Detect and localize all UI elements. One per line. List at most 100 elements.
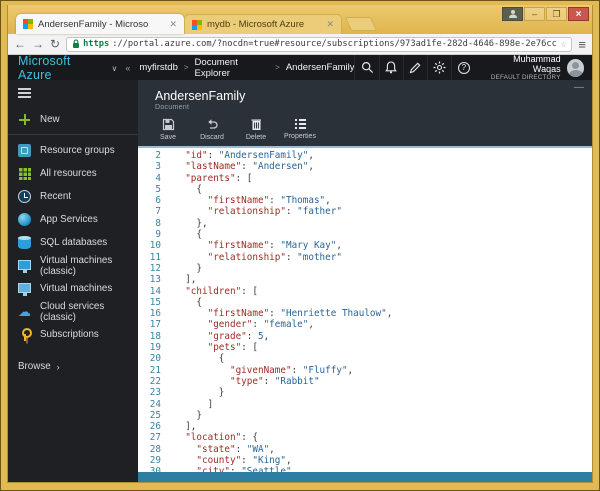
microsoft-favicon-icon [23, 19, 33, 29]
sidebar-item-subscriptions[interactable]: Subscriptions [8, 323, 138, 346]
url-text: ://portal.azure.com/?nocdn=true#resource… [112, 39, 557, 49]
browser-menu-icon[interactable]: ≡ [578, 37, 586, 52]
virtual-machines-icon [18, 283, 31, 293]
sidebar-item-app-services[interactable]: App Services [8, 208, 138, 231]
breadcrumb-andersenfamily[interactable]: AndersenFamily [286, 62, 355, 73]
avatar[interactable] [567, 59, 584, 77]
code-line: 21 "givenName": "Fluffy", [138, 365, 592, 376]
tab-close-icon[interactable]: ✕ [326, 19, 334, 30]
breadcrumb-myfirstdb[interactable]: myfirstdb [139, 62, 178, 73]
new-tab-button[interactable] [345, 17, 378, 31]
chevron-right-icon: › [57, 362, 60, 372]
back-icon[interactable]: ← [14, 38, 26, 50]
code-line: 8 }, [138, 218, 592, 229]
code-line: 7 "relationship": "father" [138, 206, 592, 217]
line-number: 23 [138, 387, 174, 398]
forward-icon[interactable]: → [32, 38, 44, 50]
page-title: AndersenFamily [155, 89, 592, 103]
breadcrumb-collapse-icon[interactable]: « [125, 63, 130, 73]
sidebar-item-virtual-machines-classic[interactable]: Virtual machines (classic) [8, 254, 138, 277]
tab-andersenfamily[interactable]: AndersenFamily - Microso ✕ [16, 14, 184, 34]
tab-close-icon[interactable]: ✕ [169, 19, 177, 30]
url-protocol: https [83, 39, 109, 49]
notifications-bell-icon[interactable] [379, 55, 403, 80]
line-number: 20 [138, 353, 174, 364]
code-line: 6 "firstName": "Thomas", [138, 195, 592, 206]
help-icon[interactable]: ? [451, 55, 475, 80]
search-icon[interactable] [354, 55, 378, 80]
sidebar-item-resource-groups[interactable]: Resource groups [8, 139, 138, 162]
code-line: 5 { [138, 184, 592, 195]
line-number: 10 [138, 240, 174, 251]
chevron-down-icon[interactable]: ∨ [111, 64, 117, 73]
recent-icon [18, 190, 31, 203]
line-number: 8 [138, 218, 174, 229]
app-services-icon [18, 213, 31, 226]
sidebar-item-browse[interactable]: Browse › [8, 356, 138, 377]
discard-button[interactable]: Discard [192, 118, 232, 141]
feedback-pencil-icon[interactable] [403, 55, 427, 80]
close-button[interactable]: × [568, 7, 589, 21]
tab-mydb[interactable]: mydb - Microsoft Azure ✕ [184, 14, 342, 34]
sidebar-item-recent[interactable]: Recent [8, 185, 138, 208]
minimize-button[interactable]: – [524, 7, 545, 21]
code-line: 26 ], [138, 421, 592, 432]
browser-toolbar: ← → ↻ https://portal.azure.com/?nocdn=tr… [8, 34, 592, 55]
code-line: 24 ] [138, 399, 592, 410]
code-line: 27 "location": { [138, 432, 592, 443]
azure-logo[interactable]: Microsoft Azure [18, 54, 104, 82]
line-number: 3 [138, 161, 174, 172]
line-number: 6 [138, 195, 174, 206]
tab-title: AndersenFamily - Microso [38, 19, 164, 30]
code-line: 19 "pets": [ [138, 342, 592, 353]
bookmark-star-icon[interactable]: ☆ [560, 39, 566, 50]
sidebar-item-label: SQL databases [40, 237, 107, 248]
window-controls: – ❐ × [502, 7, 589, 21]
json-editor[interactable]: 2 "id": "AndersenFamily",3 "lastName": "… [138, 146, 592, 472]
breadcrumb-separator: > [184, 63, 189, 72]
maximize-button[interactable]: ❐ [546, 7, 567, 21]
breadcrumb-separator: > [275, 63, 280, 72]
sidebar-item-sql-databases[interactable]: SQL databases [8, 231, 138, 254]
line-number: 19 [138, 342, 174, 353]
browse-label: Browse [18, 361, 51, 372]
sidebar-item-label: Subscriptions [40, 329, 99, 340]
sidebar-divider [8, 134, 138, 135]
sidebar-item-cloud-services-classic[interactable]: ☁ Cloud services (classic) [8, 300, 138, 323]
code-line: 11 "relationship": "mother" [138, 252, 592, 263]
code-line: 28 "state": "WA", [138, 444, 592, 455]
properties-button[interactable]: Properties [280, 118, 320, 141]
all-resources-icon [18, 167, 31, 180]
code-line: 16 "firstName": "Henriette Thaulow", [138, 308, 592, 319]
hamburger-menu-icon[interactable] [18, 88, 31, 100]
account-menu[interactable]: Muhammad Waqas DEFAULT DIRECTORY [486, 54, 561, 82]
code-line: 13 ], [138, 274, 592, 285]
sidebar-item-all-resources[interactable]: All resources [8, 162, 138, 185]
sidebar-item-virtual-machines[interactable]: Virtual machines [8, 277, 138, 300]
settings-gear-icon[interactable] [427, 55, 451, 80]
code-line: 14 "children": [ [138, 286, 592, 297]
line-number: 17 [138, 319, 174, 330]
breadcrumb-document-explorer[interactable]: Document Explorer [195, 57, 270, 79]
blade-minimize-icon[interactable]: — [574, 82, 584, 93]
blade-bottom-accent [138, 472, 592, 482]
profile-icon[interactable] [502, 7, 523, 21]
azure-header: Microsoft Azure ∨ « myfirstdb > Document… [8, 55, 592, 80]
cloud-services-icon: ☁ [18, 305, 31, 318]
line-number: 28 [138, 444, 174, 455]
address-bar[interactable]: https://portal.azure.com/?nocdn=true#res… [66, 37, 572, 52]
line-number: 24 [138, 399, 174, 410]
refresh-icon[interactable]: ↻ [50, 38, 60, 50]
line-number: 7 [138, 206, 174, 217]
delete-button[interactable]: Delete [236, 118, 276, 141]
line-number: 18 [138, 331, 174, 342]
sidebar-item-new[interactable]: New [8, 108, 138, 131]
code-line: 3 "lastName": "Andersen", [138, 161, 592, 172]
sidebar-item-label: Virtual machines (classic) [40, 255, 128, 277]
code-line: 23 } [138, 387, 592, 398]
padlock-icon [72, 39, 80, 49]
save-button[interactable]: Save [148, 118, 188, 141]
browser-titlebar: – ❐ × AndersenFamily - Microso ✕ mydb - … [8, 5, 592, 34]
line-number: 14 [138, 286, 174, 297]
browser-window: – ❐ × AndersenFamily - Microso ✕ mydb - … [7, 5, 593, 483]
